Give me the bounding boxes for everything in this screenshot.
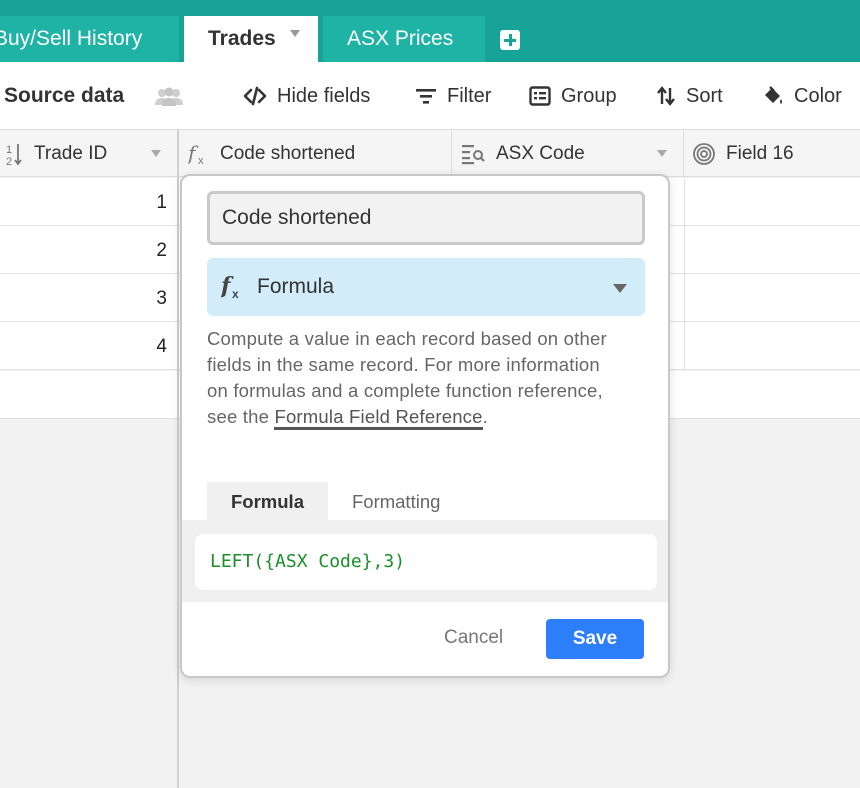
sort-button[interactable]: Sort bbox=[656, 82, 723, 110]
subtab-formatting[interactable]: Formatting bbox=[328, 482, 464, 522]
chevron-down-icon[interactable] bbox=[289, 29, 300, 37]
add-table-button[interactable] bbox=[500, 30, 520, 50]
collaborators-icon[interactable] bbox=[154, 87, 184, 107]
filter-icon bbox=[416, 89, 436, 104]
number-icon: 1 2 bbox=[6, 143, 22, 166]
field-type-description: Compute a value in each record based on … bbox=[207, 326, 617, 430]
trade-id-cell[interactable]: 2 bbox=[0, 226, 178, 274]
field-16-cell[interactable] bbox=[684, 322, 860, 370]
column-header-code-shortened[interactable]: f x Code shortened bbox=[178, 130, 452, 177]
eye-off-icon bbox=[243, 86, 267, 106]
tab-label: Trades bbox=[208, 27, 276, 50]
table-tab-bar: Buy/Sell History Trades ASX Prices bbox=[0, 0, 860, 62]
column-header-trade-id[interactable]: 1 2 Trade ID bbox=[0, 130, 178, 177]
subtab-formula[interactable]: Formula bbox=[207, 482, 328, 522]
sort-label: Sort bbox=[686, 84, 723, 107]
chevron-down-icon[interactable] bbox=[613, 284, 627, 293]
column-header-field-16[interactable]: Field 16 bbox=[684, 130, 860, 177]
svg-text:2: 2 bbox=[6, 156, 12, 166]
group-button[interactable]: Group bbox=[529, 82, 617, 110]
trade-id-cell[interactable]: 3 bbox=[0, 274, 178, 322]
field-editor-popover: f x Formula Compute a value in each reco… bbox=[180, 174, 670, 678]
column-label: Field 16 bbox=[726, 142, 794, 164]
frozen-column-divider bbox=[177, 130, 179, 788]
formula-input[interactable]: LEFT({ASX Code},3) bbox=[195, 534, 657, 590]
svg-text:x: x bbox=[232, 287, 239, 300]
formula-icon: f x bbox=[188, 142, 204, 166]
field-type-label: Formula bbox=[257, 275, 335, 298]
grid-header: 1 2 Trade ID f x Code shortened ASX Code… bbox=[0, 130, 860, 177]
view-name[interactable]: Source data bbox=[4, 84, 124, 108]
formula-reference-link[interactable]: Formula Field Reference bbox=[274, 406, 483, 430]
hide-fields-button[interactable]: Hide fields bbox=[243, 82, 370, 110]
formula-subtabs: Formula Formatting bbox=[207, 482, 464, 522]
group-icon bbox=[529, 86, 551, 106]
formula-icon: f x bbox=[221, 274, 239, 300]
chevron-down-icon[interactable] bbox=[657, 150, 667, 157]
tab-label: ASX Prices bbox=[347, 27, 454, 50]
field-16-cell[interactable] bbox=[684, 274, 860, 322]
group-label: Group bbox=[561, 84, 617, 107]
tab-trades[interactable]: Trades bbox=[184, 16, 318, 62]
field-16-cell[interactable] bbox=[684, 226, 860, 274]
cancel-button[interactable]: Cancel bbox=[444, 623, 503, 653]
description-end: . bbox=[482, 406, 488, 427]
formula-editor-area: LEFT({ASX Code},3) bbox=[182, 520, 668, 602]
field-type-select[interactable]: f x Formula bbox=[207, 258, 645, 316]
view-toolbar: Source data Hide fields Filter Group Sor… bbox=[0, 62, 860, 130]
color-button[interactable]: Color bbox=[762, 82, 842, 110]
trade-id-cell[interactable]: 1 bbox=[0, 178, 178, 226]
paint-bucket-icon bbox=[765, 86, 782, 104]
column-label: Trade ID bbox=[34, 142, 108, 164]
field-name-input[interactable] bbox=[207, 191, 645, 245]
color-label: Color bbox=[794, 84, 842, 107]
filter-button[interactable]: Filter bbox=[415, 82, 491, 110]
tab-label: Buy/Sell History bbox=[0, 27, 143, 50]
spiral-icon bbox=[693, 142, 715, 165]
chevron-down-icon[interactable] bbox=[151, 150, 161, 157]
filter-label: Filter bbox=[447, 84, 492, 107]
tab-asx-prices[interactable]: ASX Prices bbox=[323, 16, 485, 62]
svg-text:1: 1 bbox=[6, 144, 12, 156]
hide-fields-label: Hide fields bbox=[277, 84, 371, 107]
svg-text:x: x bbox=[198, 155, 204, 166]
save-button[interactable]: Save bbox=[546, 619, 644, 659]
field-16-cell[interactable] bbox=[684, 178, 860, 226]
column-label: ASX Code bbox=[496, 142, 585, 164]
sort-icon bbox=[657, 86, 675, 106]
tab-buy-sell-history[interactable]: Buy/Sell History bbox=[0, 16, 179, 62]
lookup-icon bbox=[462, 144, 485, 164]
trade-id-cell[interactable]: 4 bbox=[0, 322, 178, 370]
column-header-asx-code[interactable]: ASX Code bbox=[452, 130, 684, 177]
column-label: Code shortened bbox=[220, 142, 356, 164]
